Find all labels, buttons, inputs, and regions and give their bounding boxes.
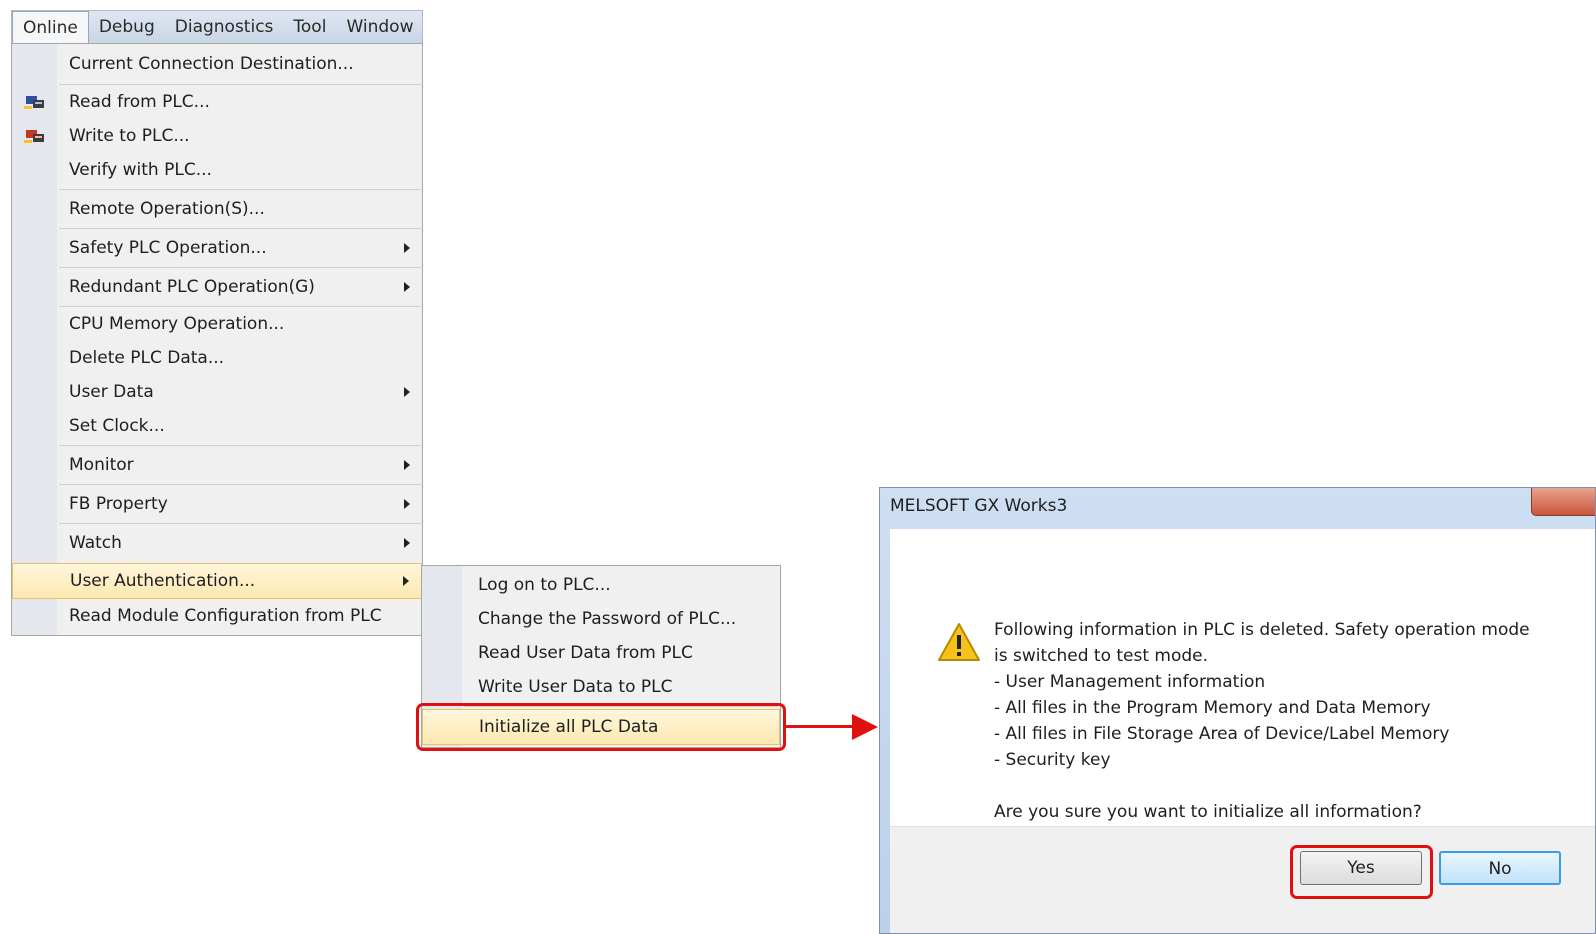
menu-item-monitor[interactable]: Monitor bbox=[12, 446, 422, 483]
menu-item-user-authentication[interactable]: User Authentication... bbox=[12, 563, 422, 599]
submenu-item-read-user-data[interactable]: Read User Data from PLC bbox=[422, 636, 780, 670]
submenu-item-label: Read User Data from PLC bbox=[478, 643, 693, 663]
menu-item-write-to-plc[interactable]: Write to PLC... bbox=[12, 119, 422, 153]
menu-item-watch[interactable]: Watch bbox=[12, 524, 422, 561]
callout-arrow-line bbox=[784, 725, 854, 728]
dialog-message-line: - All files in the Program Memory and Da… bbox=[994, 698, 1431, 718]
menu-item-label: Read Module Configuration from PLC bbox=[69, 606, 382, 626]
menu-item-label: Read from PLC... bbox=[69, 92, 210, 112]
callout-arrow-icon bbox=[852, 714, 878, 740]
submenu-item-write-user-data[interactable]: Write User Data to PLC bbox=[422, 670, 780, 704]
menu-item-label: Remote Operation(S)... bbox=[69, 198, 265, 219]
confirm-dialog: MELSOFT GX Works3 Following information … bbox=[879, 487, 1596, 934]
online-menu-dropdown: Current Connection Destination... Read f… bbox=[11, 43, 423, 636]
warning-icon bbox=[938, 623, 980, 661]
submenu-arrow-icon bbox=[404, 242, 410, 253]
submenu-item-change-password[interactable]: Change the Password of PLC... bbox=[422, 602, 780, 636]
menu-bar: Online Debug Diagnostics Tool Window bbox=[11, 10, 423, 44]
menu-item-label: User Authentication... bbox=[70, 571, 256, 591]
menu-item-user-data[interactable]: User Data bbox=[12, 375, 422, 409]
submenu-arrow-icon bbox=[404, 459, 410, 470]
dialog-message-line: - All files in File Storage Area of Devi… bbox=[994, 724, 1450, 744]
menu-item-label: Safety PLC Operation... bbox=[69, 237, 267, 258]
menu-item-label: CPU Memory Operation... bbox=[69, 314, 285, 334]
highlight-callout-initialize bbox=[416, 703, 786, 751]
menu-item-safety-plc-operation[interactable]: Safety PLC Operation... bbox=[12, 229, 422, 266]
dialog-title: MELSOFT GX Works3 bbox=[890, 496, 1068, 516]
menu-item-label: User Data bbox=[69, 382, 154, 402]
read-from-plc-icon bbox=[24, 94, 46, 110]
submenu-arrow-icon bbox=[404, 387, 410, 397]
dialog-message-line: is switched to test mode. bbox=[994, 646, 1209, 666]
menu-item-current-connection-destination[interactable]: Current Connection Destination... bbox=[12, 46, 422, 82]
menu-diagnostics[interactable]: Diagnostics bbox=[165, 11, 284, 43]
submenu-arrow-icon bbox=[404, 537, 410, 548]
menu-window[interactable]: Window bbox=[336, 11, 423, 43]
dialog-question: Are you sure you want to initialize all … bbox=[994, 802, 1422, 822]
menu-item-label: Verify with PLC... bbox=[69, 160, 212, 180]
submenu-arrow-icon bbox=[404, 498, 410, 509]
menu-item-label: Write to PLC... bbox=[69, 126, 190, 146]
menu-item-delete-plc-data[interactable]: Delete PLC Data... bbox=[12, 341, 422, 375]
menu-item-remote-operation[interactable]: Remote Operation(S)... bbox=[12, 190, 422, 227]
write-to-plc-icon bbox=[24, 128, 46, 144]
menu-item-redundant-plc-operation[interactable]: Redundant PLC Operation(G) bbox=[12, 268, 422, 305]
highlight-callout-yes bbox=[1290, 845, 1433, 899]
menu-item-label: FB Property bbox=[69, 493, 168, 514]
menu-online[interactable]: Online bbox=[12, 11, 89, 43]
menu-item-read-module-configuration[interactable]: Read Module Configuration from PLC bbox=[12, 599, 422, 633]
dialog-close-button[interactable] bbox=[1531, 488, 1595, 516]
menu-item-verify-with-plc[interactable]: Verify with PLC... bbox=[12, 153, 422, 187]
menu-item-fb-property[interactable]: FB Property bbox=[12, 485, 422, 522]
menu-item-label: Monitor bbox=[69, 454, 134, 475]
submenu-arrow-icon bbox=[403, 576, 409, 586]
dialog-message-line: - Security key bbox=[994, 750, 1111, 770]
menu-item-label: Watch bbox=[69, 532, 122, 553]
menu-item-cpu-memory-operation[interactable]: CPU Memory Operation... bbox=[12, 307, 422, 341]
dialog-message-line: Following information in PLC is deleted.… bbox=[994, 620, 1530, 640]
submenu-item-label: Log on to PLC... bbox=[478, 575, 611, 595]
menu-item-label: Set Clock... bbox=[69, 416, 165, 436]
submenu-item-label: Change the Password of PLC... bbox=[478, 609, 737, 629]
menu-item-read-from-plc[interactable]: Read from PLC... bbox=[12, 85, 422, 119]
menu-tool[interactable]: Tool bbox=[283, 11, 336, 43]
submenu-item-label: Write User Data to PLC bbox=[478, 677, 673, 697]
no-button[interactable]: No bbox=[1439, 851, 1561, 885]
dialog-message-line: - User Management information bbox=[994, 672, 1266, 692]
dialog-button-bar: Yes No bbox=[890, 826, 1595, 933]
submenu-arrow-icon bbox=[404, 281, 410, 292]
menu-item-label: Current Connection Destination... bbox=[69, 54, 354, 74]
menu-debug[interactable]: Debug bbox=[89, 11, 165, 43]
menu-item-label: Redundant PLC Operation(G) bbox=[69, 276, 315, 297]
menu-item-set-clock[interactable]: Set Clock... bbox=[12, 409, 422, 443]
menu-item-label: Delete PLC Data... bbox=[69, 348, 225, 368]
submenu-item-log-on-to-plc[interactable]: Log on to PLC... bbox=[422, 568, 780, 602]
